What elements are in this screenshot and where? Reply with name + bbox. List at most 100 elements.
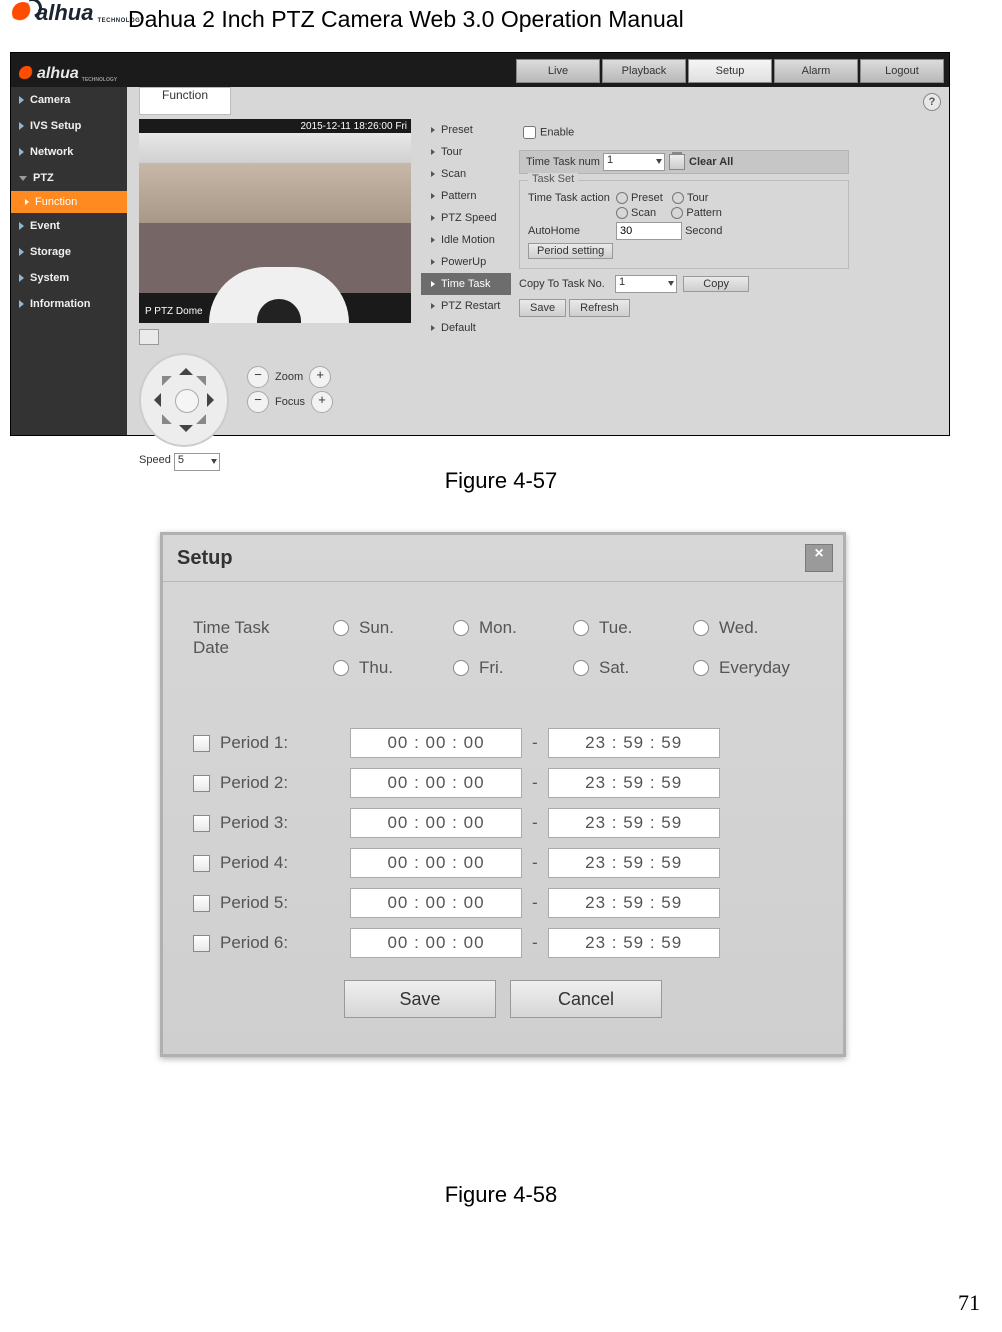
radio-preset[interactable] <box>616 192 628 204</box>
period-from-input[interactable]: 00 : 00 : 00 <box>350 888 522 918</box>
time-task-num-select[interactable]: 1 <box>603 153 665 171</box>
sidebar-item-network[interactable]: Network <box>11 139 127 165</box>
radio-tour[interactable] <box>672 192 684 204</box>
range-dash: - <box>532 733 538 753</box>
radio-fri[interactable] <box>453 660 469 676</box>
dialog-cancel-button[interactable]: Cancel <box>510 980 662 1018</box>
range-dash: - <box>532 893 538 913</box>
enable-checkbox[interactable] <box>523 126 536 139</box>
radio-thu[interactable] <box>333 660 349 676</box>
func-default[interactable]: Default <box>421 317 511 339</box>
radio-everyday[interactable] <box>693 660 709 676</box>
func-tour[interactable]: Tour <box>421 141 511 163</box>
period-label: Period 3: <box>220 813 320 833</box>
app-logo-sub: TECHNOLOGY <box>82 77 117 83</box>
period-label: Period 4: <box>220 853 320 873</box>
refresh-button[interactable]: Refresh <box>569 299 630 317</box>
sidebar-item-storage[interactable]: Storage <box>11 239 127 265</box>
func-ptz-speed[interactable]: PTZ Speed <box>421 207 511 229</box>
brand-logo: alhua TECHNOLOGY <box>12 0 145 26</box>
radio-scan[interactable] <box>616 207 628 219</box>
period-to-input[interactable]: 23 : 59 : 59 <box>548 888 720 918</box>
period-checkbox[interactable] <box>193 935 210 952</box>
period-checkbox[interactable] <box>193 735 210 752</box>
period-to-input[interactable]: 23 : 59 : 59 <box>548 808 720 838</box>
period-from-input[interactable]: 00 : 00 : 00 <box>350 808 522 838</box>
sidebar-item-function[interactable]: Function <box>11 191 127 213</box>
arrow-upleft-icon[interactable] <box>152 366 172 386</box>
close-icon[interactable]: × <box>805 544 833 572</box>
arrow-downright-icon[interactable] <box>196 414 216 434</box>
period-setting-button[interactable]: Period setting <box>528 243 613 259</box>
func-powerup[interactable]: PowerUp <box>421 251 511 273</box>
period-from-input[interactable]: 00 : 00 : 00 <box>350 728 522 758</box>
period-to-input[interactable]: 23 : 59 : 59 <box>548 728 720 758</box>
dialog-save-button[interactable]: Save <box>344 980 496 1018</box>
func-ptz-restart[interactable]: PTZ Restart <box>421 295 511 317</box>
arrow-right-icon[interactable] <box>207 393 221 407</box>
tab-function[interactable]: Function <box>139 87 231 115</box>
nav-playback[interactable]: Playback <box>602 59 686 83</box>
sidebar-item-camera[interactable]: Camera <box>11 87 127 113</box>
page-title: Dahua 2 Inch PTZ Camera Web 3.0 Operatio… <box>128 6 684 33</box>
period-checkbox[interactable] <box>193 815 210 832</box>
focus-out-button[interactable]: − <box>247 391 269 413</box>
sidebar-item-event[interactable]: Event <box>11 213 127 239</box>
period-from-input[interactable]: 00 : 00 : 00 <box>350 928 522 958</box>
period-checkbox[interactable] <box>193 895 210 912</box>
trash-icon[interactable] <box>669 154 685 170</box>
zoom-out-button[interactable]: − <box>247 366 269 388</box>
radio-wed[interactable] <box>693 620 709 636</box>
chevron-right-icon <box>431 303 435 309</box>
radio-sun[interactable] <box>333 620 349 636</box>
snapshot-icon[interactable] <box>139 329 159 345</box>
func-preset[interactable]: Preset <box>421 119 511 141</box>
clear-all-button[interactable]: Clear All <box>689 156 733 168</box>
figure-caption-4-58: Figure 4-58 <box>0 1182 1002 1208</box>
radio-tue[interactable] <box>573 620 589 636</box>
dpad-center[interactable] <box>175 389 199 413</box>
arrow-left-icon[interactable] <box>147 393 161 407</box>
radio-mon[interactable] <box>453 620 469 636</box>
period-row: Period 5:00 : 00 : 00-23 : 59 : 59 <box>193 888 813 918</box>
copy-to-task-select[interactable]: 1 <box>615 275 677 293</box>
nav-live[interactable]: Live <box>516 59 600 83</box>
nav-setup[interactable]: Setup <box>688 59 772 83</box>
ptz-dpad <box>139 353 229 447</box>
sidebar-item-ivs[interactable]: IVS Setup <box>11 113 127 139</box>
period-from-input[interactable]: 00 : 00 : 00 <box>350 848 522 878</box>
autohome-input[interactable] <box>616 222 682 240</box>
nav-alarm[interactable]: Alarm <box>774 59 858 83</box>
func-idle-motion[interactable]: Idle Motion <box>421 229 511 251</box>
func-scan[interactable]: Scan <box>421 163 511 185</box>
period-to-input[interactable]: 23 : 59 : 59 <box>548 848 720 878</box>
chevron-right-icon <box>431 237 435 243</box>
copy-button[interactable]: Copy <box>683 276 749 292</box>
arrow-up-icon[interactable] <box>179 361 193 375</box>
sidebar-item-information[interactable]: Information <box>11 291 127 317</box>
period-to-input[interactable]: 23 : 59 : 59 <box>548 768 720 798</box>
setup-dialog: Setup × Time Task Date Sun. Mon. Tue. We… <box>160 532 846 1057</box>
nav-logout[interactable]: Logout <box>860 59 944 83</box>
task-set-legend: Task Set <box>528 173 578 185</box>
help-icon[interactable]: ? <box>923 93 941 111</box>
period-label: Period 2: <box>220 773 320 793</box>
arrow-downleft-icon[interactable] <box>152 414 172 434</box>
func-time-task[interactable]: Time Task <box>421 273 511 295</box>
focus-label: Focus <box>275 396 305 408</box>
sidebar-item-system[interactable]: System <box>11 265 127 291</box>
arrow-upright-icon[interactable] <box>196 366 216 386</box>
radio-sat[interactable] <box>573 660 589 676</box>
period-checkbox[interactable] <box>193 855 210 872</box>
radio-pattern[interactable] <box>671 207 683 219</box>
period-checkbox[interactable] <box>193 775 210 792</box>
arrow-down-icon[interactable] <box>179 425 193 439</box>
period-to-input[interactable]: 23 : 59 : 59 <box>548 928 720 958</box>
save-button[interactable]: Save <box>519 299 566 317</box>
func-pattern[interactable]: Pattern <box>421 185 511 207</box>
sidebar-item-ptz[interactable]: PTZ <box>11 165 127 191</box>
autohome-label: AutoHome <box>528 225 616 237</box>
period-from-input[interactable]: 00 : 00 : 00 <box>350 768 522 798</box>
zoom-in-button[interactable]: + <box>309 366 331 388</box>
focus-in-button[interactable]: + <box>311 391 333 413</box>
